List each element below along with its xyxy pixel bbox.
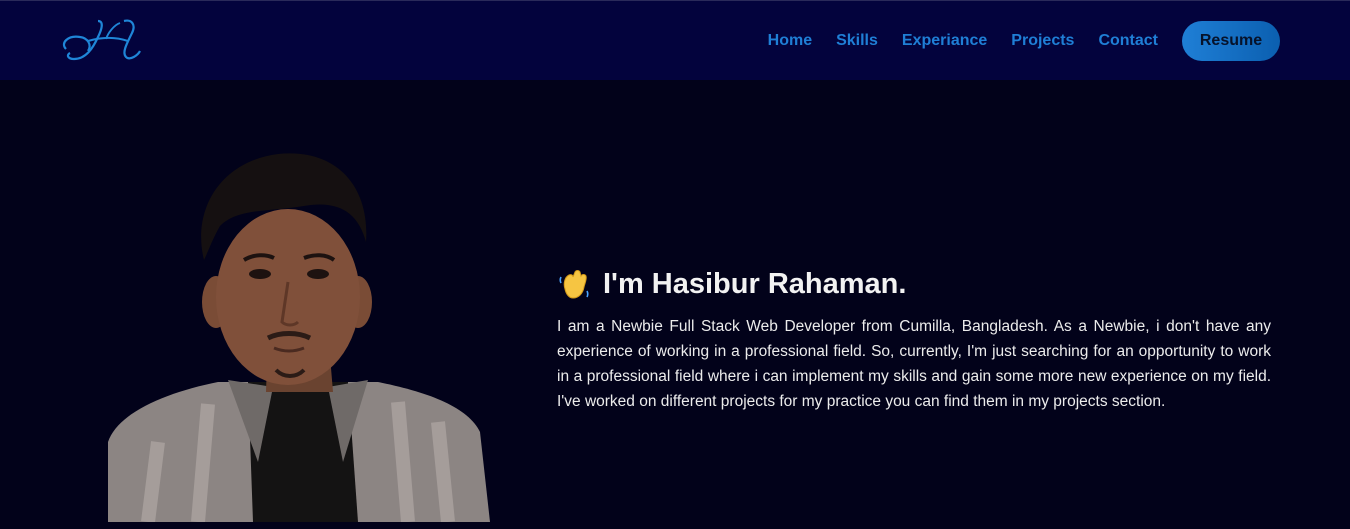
- bio-paragraph: I am a Newbie Full Stack Web Developer f…: [557, 318, 1271, 410]
- hero-section: I'm Hasibur Rahaman. I am a Newbie Full …: [0, 80, 1350, 529]
- portrait-photo: [108, 142, 490, 523]
- greeting-heading: I'm Hasibur Rahaman.: [557, 266, 1271, 302]
- nav-link-contact[interactable]: Contact: [1098, 32, 1158, 50]
- waving-hand-icon: [557, 267, 591, 301]
- h-logo-icon[interactable]: [58, 15, 148, 65]
- nav-link-experience[interactable]: Experiance: [902, 32, 987, 50]
- navbar: Home Skills Experiance Projects Contact …: [0, 0, 1350, 80]
- intro-section: I'm Hasibur Rahaman. I am a Newbie Full …: [557, 266, 1271, 414]
- nav-link-projects[interactable]: Projects: [1011, 32, 1074, 50]
- name-heading-text: I'm Hasibur Rahaman.: [603, 268, 907, 300]
- nav-link-home[interactable]: Home: [768, 32, 812, 50]
- nav-link-skills[interactable]: Skills: [836, 32, 878, 50]
- nav-links: Home Skills Experiance Projects Contact …: [744, 21, 1280, 61]
- resume-button[interactable]: Resume: [1182, 21, 1280, 61]
